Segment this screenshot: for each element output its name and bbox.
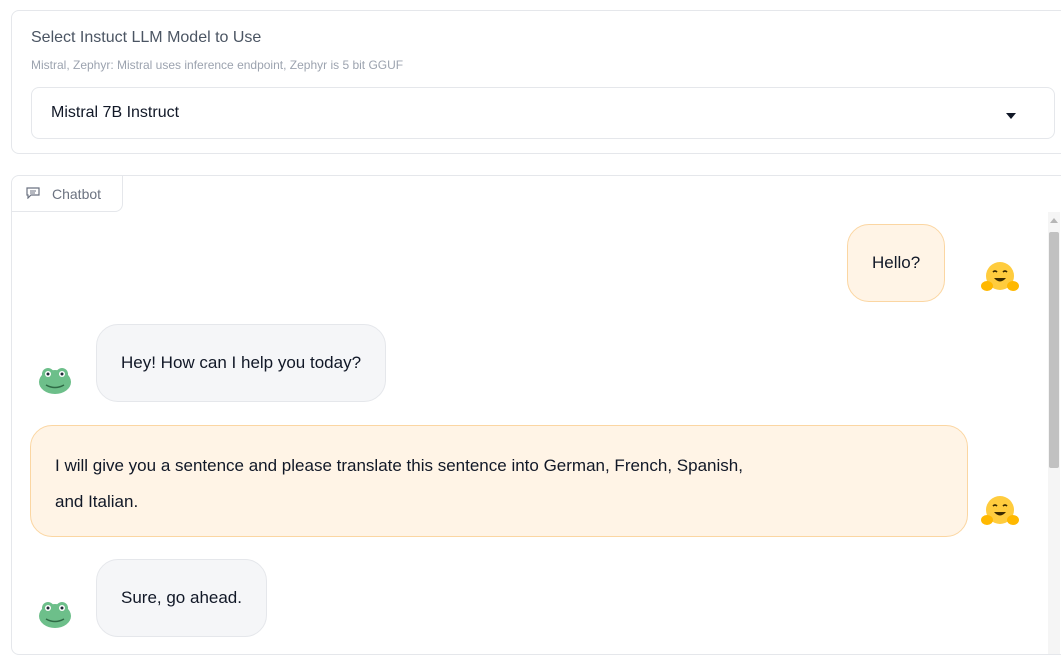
- bot-message-bubble: Hey! How can I help you today?: [96, 324, 387, 402]
- model-selector-label: Select Instuct LLM Model to Use: [31, 29, 262, 46]
- dropdown-arrow-icon[interactable]: [1006, 113, 1016, 119]
- scroll-thumb[interactable]: [1049, 232, 1059, 468]
- frog-avatar-icon: [39, 368, 71, 394]
- user-message-bubble: Hello?: [847, 224, 946, 302]
- chat-scrollbar[interactable]: [1048, 212, 1060, 654]
- bot-message-bubble: Sure, go ahead.: [96, 559, 267, 637]
- hugging-face-avatar-icon: [981, 496, 1019, 525]
- chatbot-panel: Chatbot Hello? Hey! How can I help you t…: [11, 175, 1061, 655]
- message-text-line: and Italian.: [55, 492, 139, 511]
- user-message-bubble: I will give you a sentence and please tr…: [30, 425, 968, 537]
- message-text-line: I will give you a sentence and please tr…: [55, 456, 743, 475]
- model-selector-info: Mistral, Zephyr: Mistral uses inference …: [31, 58, 404, 72]
- model-dropdown[interactable]: Mistral 7B Instruct: [31, 87, 1055, 139]
- model-selector-block: Select Instuct LLM Model to Use Mistral,…: [11, 10, 1061, 154]
- message-text: Hey! How can I help you today?: [121, 353, 362, 372]
- scroll-up-arrow-icon[interactable]: [1050, 218, 1058, 223]
- chatbot-tab-label: Chatbot: [52, 186, 102, 202]
- chat-icon: [26, 187, 40, 199]
- message-text: Hello?: [872, 253, 921, 272]
- hugging-face-avatar-icon: [981, 262, 1019, 291]
- chatbot-tab: Chatbot: [12, 176, 123, 212]
- model-dropdown-value: Mistral 7B Instruct: [51, 104, 180, 121]
- message-text: Sure, go ahead.: [121, 588, 242, 607]
- frog-avatar-icon: [39, 602, 71, 628]
